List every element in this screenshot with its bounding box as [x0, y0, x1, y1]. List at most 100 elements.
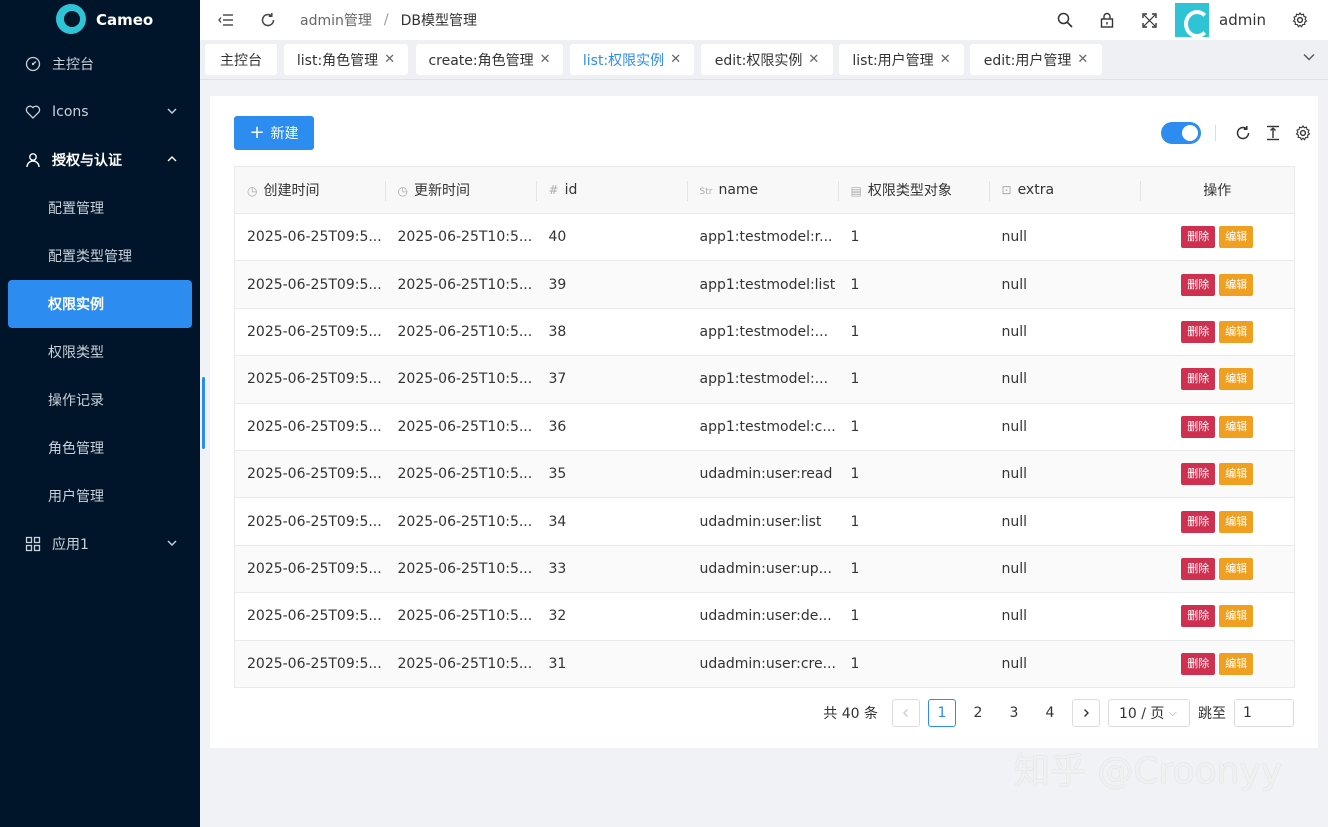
tab-dashboard[interactable]: 主控台 — [205, 44, 277, 75]
fullscreen-icon[interactable] — [1131, 0, 1167, 40]
table-row[interactable]: 2025-06-25T09:5... 2025-06-25T10:5... 31 ud… — [234, 640, 1295, 688]
table-cell: 1 — [838, 497, 990, 546]
sidebar-subitem-permission-type[interactable]: 权限类型 — [0, 328, 200, 376]
table-row[interactable]: 2025-06-25T09:5... 2025-06-25T10:5... 36 ap… — [234, 403, 1295, 451]
lock-icon[interactable] — [1089, 0, 1125, 40]
jump-page-input[interactable] — [1234, 699, 1294, 727]
delete-button[interactable]: 删除 — [1181, 415, 1216, 438]
delete-button[interactable]: 删除 — [1181, 652, 1216, 675]
page-1[interactable]: 1 — [928, 699, 956, 727]
avatar[interactable] — [1175, 3, 1210, 38]
column-header-extra[interactable]: ⊡ extra — [989, 166, 1141, 214]
delete-button[interactable]: 删除 — [1181, 463, 1216, 486]
collapse-menu-icon[interactable] — [208, 0, 244, 40]
edit-button[interactable]: 编辑 — [1219, 368, 1254, 391]
tab-list-role[interactable]: list:角色管理 ✕ — [284, 44, 408, 75]
page-2[interactable]: 2 — [964, 699, 992, 727]
delete-button[interactable]: 删除 — [1181, 273, 1216, 296]
table-row[interactable]: 2025-06-25T09:5... 2025-06-25T10:5... 37 ap… — [234, 355, 1295, 404]
table-cell: 2025-06-25T10:5... — [385, 213, 537, 262]
delete-button[interactable]: 删除 — [1181, 605, 1216, 628]
table-cell: 2025-06-25T09:5... — [234, 260, 386, 309]
table-row[interactable]: 2025-06-25T09:5... 2025-06-25T10:5... 34 ud… — [234, 497, 1295, 546]
sidebar-item-app1[interactable]: 应用1 — [0, 520, 200, 568]
table-row[interactable]: 2025-06-25T09:5... 2025-06-25T10:5... 39 ap… — [234, 260, 1295, 309]
sidebar-item-icons[interactable]: Icons — [0, 88, 200, 136]
column-header-name[interactable]: Str name — [687, 166, 839, 214]
page-size-select[interactable]: 10 / 页 ⌵ — [1108, 699, 1190, 727]
sidebar-subitem-user[interactable]: 用户管理 — [0, 472, 200, 520]
sidebar-subitem-operation-log[interactable]: 操作记录 — [0, 376, 200, 424]
gear-icon[interactable] — [1282, 0, 1318, 40]
column-header-permission-type[interactable]: ▤ 权限类型对象 — [838, 166, 990, 214]
table-cell: 2025-06-25T10:5... — [385, 355, 537, 404]
sidebar-subitem-config-type[interactable]: 配置类型管理 — [0, 232, 200, 280]
prev-page-button[interactable] — [892, 699, 920, 727]
tab-edit-user[interactable]: edit:用户管理 ✕ — [970, 44, 1102, 75]
page-4[interactable]: 4 — [1036, 699, 1064, 727]
close-icon[interactable]: ✕ — [540, 52, 551, 67]
search-icon[interactable] — [1047, 0, 1083, 40]
close-icon[interactable]: ✕ — [384, 52, 395, 67]
delete-button[interactable]: 删除 — [1181, 510, 1216, 533]
tab-create-role[interactable]: create:角色管理 ✕ — [416, 44, 563, 75]
username[interactable]: admin — [1219, 11, 1266, 29]
page-3[interactable]: 3 — [1000, 699, 1028, 727]
sidebar-subitem-config[interactable]: 配置管理 — [0, 184, 200, 232]
table-row[interactable]: 2025-06-25T09:5... 2025-06-25T10:5... 40 ap… — [234, 213, 1295, 262]
table-cell: 2025-06-25T09:5... — [234, 213, 386, 262]
edit-button[interactable]: 编辑 — [1219, 652, 1254, 675]
sidebar-scrollbar[interactable] — [202, 377, 205, 449]
edit-button[interactable]: 编辑 — [1219, 415, 1254, 438]
close-icon[interactable]: ✕ — [1077, 52, 1088, 67]
delete-button[interactable]: 删除 — [1181, 557, 1216, 580]
close-icon[interactable]: ✕ — [808, 52, 819, 67]
delete-button[interactable]: 删除 — [1181, 226, 1216, 249]
tab-list-user[interactable]: list:用户管理 ✕ — [839, 44, 964, 75]
new-button[interactable]: + 新建 — [234, 116, 314, 150]
sidebar-subitem-role[interactable]: 角色管理 — [0, 424, 200, 472]
table-row[interactable]: 2025-06-25T09:5... 2025-06-25T10:5... 38 ap… — [234, 308, 1295, 357]
column-header-created[interactable]: ◷ 创建时间 — [234, 166, 386, 214]
delete-button[interactable]: 删除 — [1181, 320, 1216, 343]
column-header-id[interactable]: # id — [536, 166, 688, 214]
edit-button[interactable]: 编辑 — [1219, 605, 1254, 628]
refresh-icon[interactable] — [250, 0, 286, 40]
tab-list-permission[interactable]: list:权限实例 ✕ — [570, 44, 694, 75]
logo[interactable]: Cameo — [0, 0, 200, 40]
edit-button[interactable]: 编辑 — [1219, 557, 1254, 580]
column-height-icon[interactable] — [1258, 125, 1288, 141]
table-cell: null — [989, 545, 1141, 594]
table-row[interactable]: 2025-06-25T09:5... 2025-06-25T10:5... 33 ud… — [234, 545, 1295, 594]
table-cell: 1 — [838, 450, 990, 499]
table-cell: 2025-06-25T09:5... — [234, 497, 386, 546]
striped-toggle[interactable] — [1161, 122, 1201, 144]
edit-button[interactable]: 编辑 — [1219, 463, 1254, 486]
edit-button[interactable]: 编辑 — [1219, 510, 1254, 533]
edit-button[interactable]: 编辑 — [1219, 273, 1254, 296]
pagination-total: 共 40 条 — [823, 706, 878, 722]
sidebar-item-auth[interactable]: 授权与认证 — [0, 136, 200, 184]
table-cell: null — [989, 308, 1141, 357]
sidebar-subitem-permission-instance[interactable]: 权限实例 — [8, 280, 192, 328]
delete-button[interactable]: 删除 — [1181, 368, 1216, 391]
table-cell: 2025-06-25T10:5... — [385, 450, 537, 499]
close-icon[interactable]: ✕ — [670, 52, 681, 67]
tab-label: create:角色管理 — [428, 52, 534, 69]
tab-edit-permission[interactable]: edit:权限实例 ✕ — [701, 44, 833, 75]
next-page-button[interactable] — [1072, 699, 1100, 727]
table-row[interactable]: 2025-06-25T09:5... 2025-06-25T10:5... 35 ud… — [234, 450, 1295, 499]
column-header-updated[interactable]: ◷ 更新时间 — [385, 166, 537, 214]
table-row[interactable]: 2025-06-25T09:5... 2025-06-25T10:5... 32 ud… — [234, 592, 1295, 641]
reload-icon[interactable] — [1228, 125, 1258, 141]
grid-icon — [24, 536, 42, 552]
breadcrumb-item[interactable]: admin管理 — [300, 10, 372, 30]
table-cell: 33 — [536, 545, 688, 594]
sidebar-item-dashboard[interactable]: 主控台 — [0, 40, 200, 88]
close-icon[interactable]: ✕ — [940, 52, 951, 67]
edit-button[interactable]: 编辑 — [1219, 226, 1254, 249]
chevron-down-icon[interactable] — [1302, 50, 1316, 68]
edit-button[interactable]: 编辑 — [1219, 320, 1254, 343]
sidebar-item-label: 应用1 — [52, 537, 89, 553]
gear-icon[interactable] — [1288, 125, 1318, 141]
